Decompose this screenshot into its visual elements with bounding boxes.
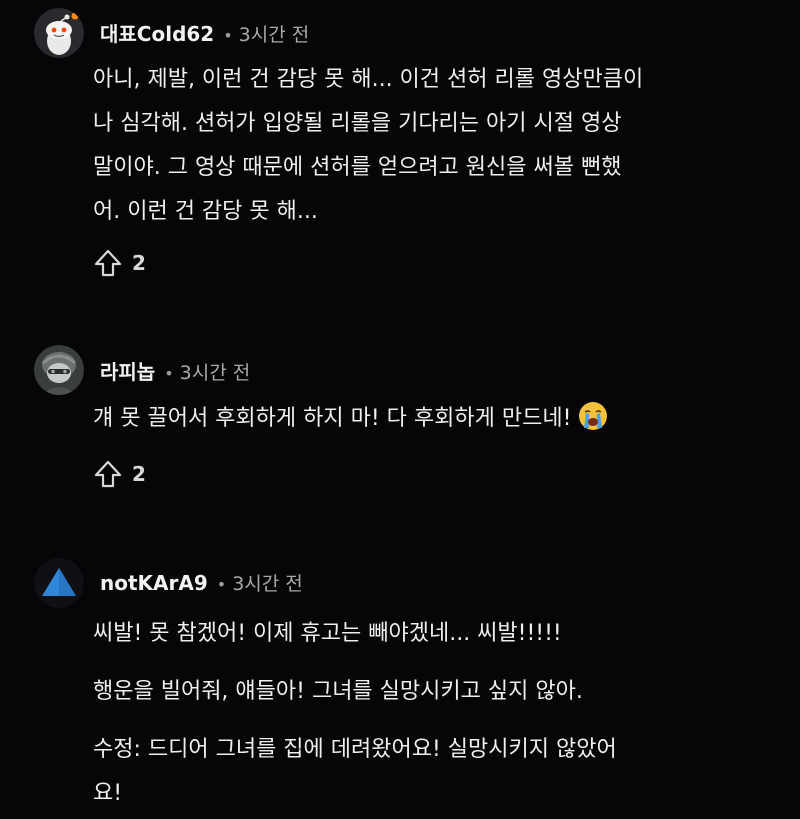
upvote-arrow-icon[interactable] (92, 458, 124, 490)
comment-line: 말이야. 그 영상 때문에 션허를 얻으려고 원신을 써볼 뻔했 (93, 155, 622, 180)
comment-line: 아니, 제발, 이런 건 감당 못 해... 이건 션허 리롤 영상만큼이 (93, 67, 644, 92)
blue-triangle-avatar-icon (34, 558, 84, 608)
comment-line: 나 심각해. 션허가 입양될 리롤을 기다리는 아기 시절 영상 (93, 111, 622, 136)
separator-dot: • (216, 575, 227, 594)
comment-paragraph: 씨발! 못 참겠어! 이제 휴고는 빼야겠네... 씨발!!!!! (93, 621, 562, 646)
comment-author[interactable]: notKArA9 (100, 571, 208, 595)
comment-line: 걔 못 끌어서 후회하게 하지 마! 다 후회하게 만드네! (93, 397, 723, 441)
comment-line: 어. 이런 건 감당 못 해... (93, 199, 318, 224)
comment-body: 씨발! 못 참겠어! 이제 휴고는 빼야겠네... 씨발!!!!! 행운을 빌어… (93, 612, 723, 816)
loudly-crying-face-icon (579, 402, 608, 430)
comment-text: 걔 못 끌어서 후회하게 하지 마! 다 후회하게 만드네! (93, 406, 572, 431)
separator-dot: • (223, 26, 233, 45)
vote-count: 2 (132, 251, 146, 275)
avatar[interactable] (34, 8, 84, 58)
character-avatar-icon (34, 345, 84, 395)
upvote-control[interactable]: 2 (92, 454, 146, 494)
separator-dot: • (164, 364, 174, 383)
comment-paragraph: 행운을 빌어줘, 얘들아! 그녀를 실망시키고 싶지 않아. (93, 679, 583, 704)
upvote-arrow-icon[interactable] (92, 247, 124, 279)
comment-paragraph: 요! (93, 781, 123, 806)
comment-time: 3시간 전 (179, 362, 251, 384)
avatar[interactable] (34, 345, 84, 395)
upvote-control[interactable]: 2 (92, 243, 146, 283)
comment-body: 걔 못 끌어서 후회하게 하지 마! 다 후회하게 만드네! (93, 397, 723, 441)
comment-time: 3시간 전 (238, 24, 310, 46)
vote-count: 2 (132, 462, 146, 486)
avatar[interactable] (34, 558, 84, 608)
comment-paragraph: 수정: 드디어 그녀를 집에 데려왔어요! 실망시키지 않았어 (93, 737, 617, 762)
comment-author[interactable]: 대표Cold62 (100, 18, 214, 47)
comment-author[interactable]: 라피놉 (100, 356, 155, 385)
snoo-avatar-icon (34, 8, 84, 58)
comment-time: 3시간 전 (232, 573, 303, 595)
comment-body: 아니, 제발, 이런 건 감당 못 해... 이건 션허 리롤 영상만큼이 나 … (93, 58, 723, 234)
